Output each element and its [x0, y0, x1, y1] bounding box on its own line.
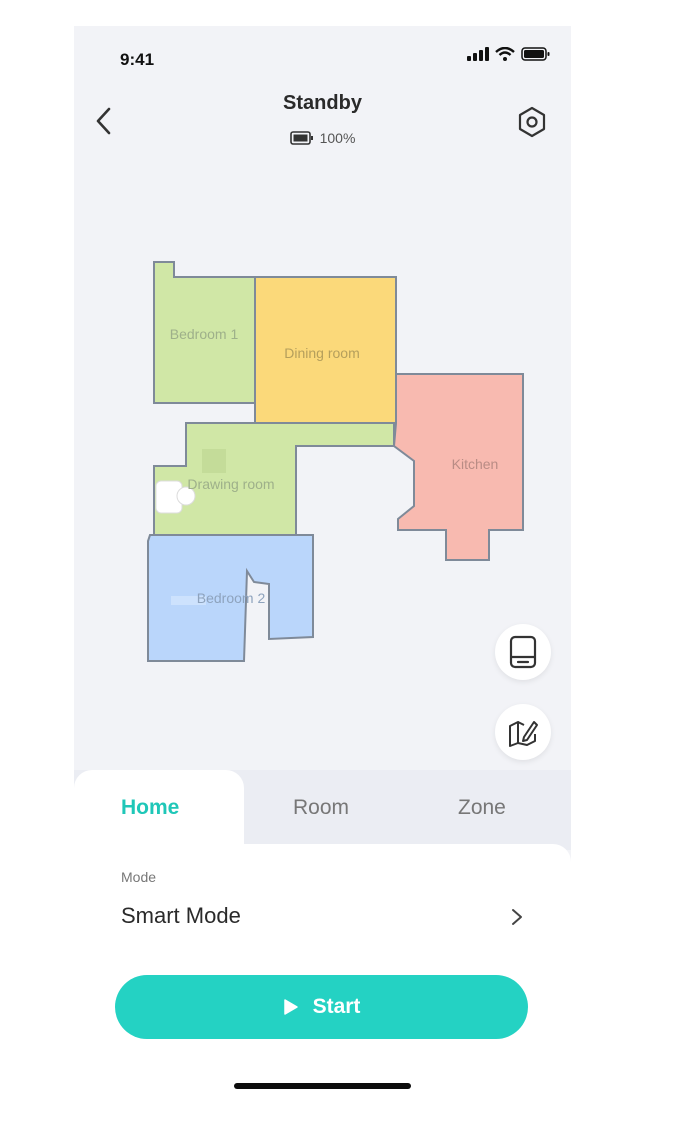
play-icon — [283, 999, 298, 1015]
battery-level: 100% — [319, 130, 356, 146]
page-title: Standby — [283, 92, 362, 114]
phone-battery-icon — [521, 47, 550, 61]
mode-label: Mode — [121, 869, 157, 885]
device-battery: 100% — [74, 130, 571, 146]
home-indicator — [234, 1083, 411, 1089]
dock-button[interactable] — [495, 624, 551, 680]
map-edit-icon — [509, 721, 538, 747]
battery-icon — [289, 131, 313, 145]
tab-zone[interactable]: Zone — [458, 796, 506, 820]
settings-hexagon-icon[interactable] — [516, 106, 548, 138]
tab-room[interactable]: Room — [293, 796, 349, 820]
room-label: Bedroom 1 — [170, 326, 239, 342]
phone-screen: Bedroom 1 Dining room Kitchen Drawing ro… — [74, 26, 571, 1126]
status-icons — [467, 47, 551, 61]
map-patch — [202, 449, 226, 473]
room-label: Bedroom 2 — [197, 590, 266, 606]
tab-home[interactable]: Home — [121, 796, 179, 820]
start-button[interactable]: Start — [115, 975, 528, 1039]
status-time: 9:41 — [120, 50, 155, 69]
room-label: Dining room — [284, 345, 359, 361]
edit-map-button[interactable] — [495, 704, 551, 760]
chevron-right-icon[interactable] — [509, 906, 525, 928]
dock-station-icon — [509, 635, 537, 669]
room-label: Kitchen — [452, 456, 499, 472]
start-button-label: Start — [312, 995, 361, 1018]
cellular-signal-icon — [467, 47, 489, 61]
wifi-icon — [495, 47, 515, 61]
mode-selector[interactable]: Smart Mode — [121, 903, 241, 929]
room-label: Drawing room — [187, 476, 274, 492]
